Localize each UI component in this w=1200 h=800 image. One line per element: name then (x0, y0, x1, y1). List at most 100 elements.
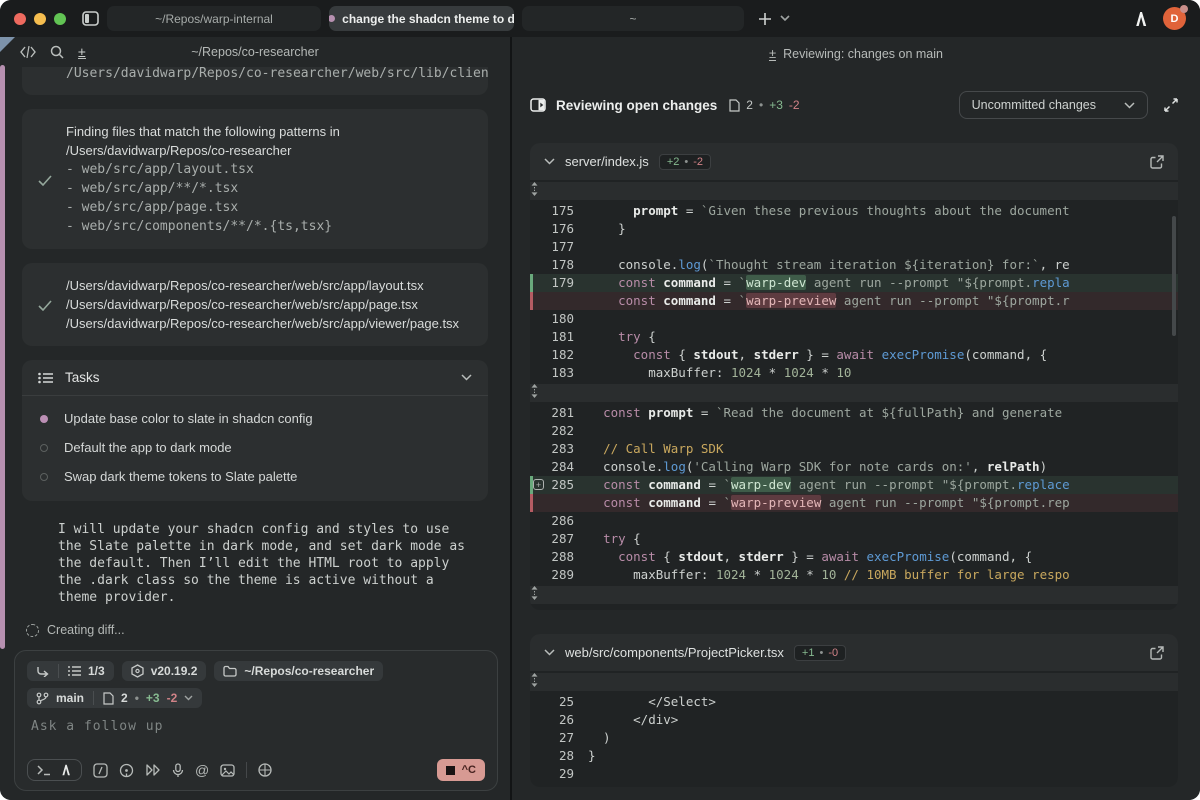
tasks-title: Tasks (65, 370, 100, 385)
code-segment (588, 495, 603, 510)
open-file-icon[interactable] (1150, 646, 1164, 660)
code-segment: ` (724, 495, 732, 510)
code-icon[interactable] (20, 46, 36, 58)
code-segment (588, 441, 603, 456)
tab-active-agent[interactable]: change the shadcn theme to d (329, 6, 514, 31)
diff-icon[interactable]: ± (78, 46, 86, 59)
line-number: 281 (530, 404, 588, 422)
chevron-down-icon[interactable] (184, 695, 193, 701)
code-segment: `Thought stream iteration ${iteration} f… (708, 257, 1039, 272)
agent-message: I will update your shadcn config and sty… (58, 521, 470, 606)
found-file-path: /Users/davidwarp/Repos/co-researcher/web… (66, 276, 472, 295)
microphone-icon[interactable] (172, 763, 184, 778)
warp-logo-icon[interactable] (1133, 11, 1149, 27)
code-line: const command = `warp-dev agent run --pr… (588, 274, 1178, 292)
code-segment: ` (724, 477, 732, 492)
clipped-path-text: /Users/davidwarp/Repos/co-researcher/web… (66, 67, 488, 83)
code-segment: const (603, 405, 641, 420)
zoom-window-button[interactable] (54, 13, 66, 25)
task-item[interactable]: Update base color to slate in shadcn con… (38, 404, 472, 433)
code-scrollbar[interactable] (1172, 216, 1176, 336)
diff-context-line: 283 // Call Warp SDK (530, 440, 1178, 458)
diff-file-header[interactable]: server/index.js +2•-2 (530, 143, 1178, 180)
diff-context-line: 178 console.log(`Thought stream iteratio… (530, 256, 1178, 274)
diff-file-header[interactable]: web/src/components/ProjectPicker.tsx +1•… (530, 634, 1178, 671)
code-segment: stdout (678, 549, 723, 564)
code-segment: `Given these previous thoughts about the… (701, 203, 1070, 218)
followup-input[interactable]: Ask a follow up (31, 719, 481, 734)
review-scroll-area[interactable]: Reviewing open changes 2 • +3 -2 Uncommi… (512, 71, 1200, 787)
code-segment: const (603, 495, 641, 510)
tab-warp-internal[interactable]: ~/Repos/warp-internal (107, 6, 321, 31)
sidebar-toggle-icon[interactable] (82, 11, 99, 26)
agent-stripe (0, 65, 5, 649)
agent-conversation[interactable]: /Users/davidwarp/Repos/co-researcher/web… (0, 67, 510, 648)
task-item[interactable]: Default the app to dark mode (38, 433, 472, 462)
node-version-pill[interactable]: v20.19.2 (122, 661, 207, 681)
code-segment: = (716, 293, 739, 308)
diff-context-line: 176 } (530, 220, 1178, 238)
agent-profile-icon[interactable] (119, 763, 134, 778)
directory-pill[interactable]: ~/Repos/co-researcher (214, 661, 383, 681)
minimize-window-button[interactable] (34, 13, 46, 25)
agent-input-box[interactable]: 1/3 v20.19.2 ~/Repos/co-researcher (14, 650, 498, 791)
settings-globe-icon[interactable] (258, 763, 272, 777)
open-file-icon[interactable] (1150, 155, 1164, 169)
diff-context-line: 281 const prompt = `Read the document at… (530, 404, 1178, 422)
code-segment: = (678, 203, 701, 218)
expand-gutter (530, 182, 588, 200)
agent-block-clipped: /Users/davidwarp/Repos/co-researcher/web… (22, 67, 488, 95)
tab-home[interactable]: ~ (522, 6, 744, 31)
expand-gutter (530, 586, 588, 604)
code-segment: log (663, 459, 686, 474)
code-segment: 'Calling Warp SDK for note cards on:' (693, 459, 971, 474)
code-segment: 1024 (769, 567, 799, 582)
code-segment: } (588, 221, 626, 236)
code-segment: 1024 (731, 365, 761, 380)
terminal-mode-toggle[interactable] (27, 759, 82, 781)
task-item[interactable]: Swap dark theme tokens to Slate palette (38, 462, 472, 491)
expand-hunk-row[interactable] (530, 673, 1178, 691)
image-attach-icon[interactable] (220, 764, 235, 777)
search-icon[interactable] (50, 45, 64, 59)
code-segment: { (641, 329, 656, 344)
expand-vertical-icon (530, 384, 574, 398)
expand-hunk-row[interactable] (530, 586, 1178, 604)
tasks-header[interactable]: Tasks (22, 360, 488, 396)
code-segment: warp-dev (731, 477, 791, 492)
expand-hunk-row[interactable] (530, 384, 1178, 402)
line-number: 177 (530, 238, 588, 256)
notification-dot (1180, 5, 1188, 13)
task-label: Swap dark theme tokens to Slate palette (64, 469, 297, 484)
diff-context-line: 180 (530, 310, 1178, 328)
git-status-pill[interactable]: main 2 • +3 -2 (27, 688, 202, 708)
code-line: try { (588, 328, 1178, 346)
slash-command-icon[interactable] (93, 763, 108, 778)
comment-bubble-icon[interactable]: + (533, 479, 544, 490)
expand-gutter (530, 384, 588, 402)
code-segment: { (626, 531, 641, 546)
changes-dropdown[interactable]: Uncommitted changes (959, 91, 1148, 119)
code-line: console.log(`Thought stream iteration ${… (588, 256, 1178, 274)
diff-code-block: 25 </Select>26 </div>27 )28}29 (530, 671, 1178, 787)
close-window-button[interactable] (14, 13, 26, 25)
diff-context-line: 282 (530, 422, 1178, 440)
code-segment (836, 567, 844, 582)
agent-mode-pill[interactable]: 1/3 (27, 661, 114, 681)
code-segment: ` (739, 293, 747, 308)
expand-hunk-row[interactable] (530, 182, 1178, 200)
avatar[interactable]: D (1163, 7, 1186, 30)
new-tab-button[interactable] (758, 12, 772, 26)
chevron-down-icon[interactable] (544, 158, 555, 165)
chevron-down-icon[interactable] (544, 649, 555, 656)
code-segment: prompt (633, 203, 678, 218)
chevron-down-icon[interactable] (461, 374, 472, 381)
stop-button[interactable]: ^C (437, 759, 485, 781)
fast-forward-icon[interactable] (145, 764, 161, 776)
mention-icon[interactable]: @ (195, 762, 209, 778)
line-number: 176 (530, 220, 588, 238)
diff-context-line: 29 (530, 765, 1178, 783)
expand-pane-icon[interactable] (1164, 98, 1178, 112)
titlebar: ~/Repos/warp-internal change the shadcn … (0, 0, 1200, 37)
tab-list-chevron-icon[interactable] (780, 15, 790, 22)
